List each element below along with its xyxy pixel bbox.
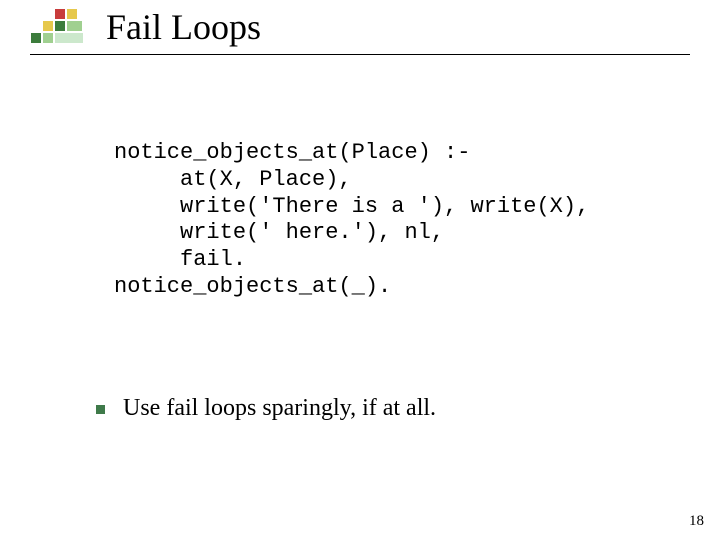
bullet-text: Use fail loops sparingly, if at all.	[123, 395, 436, 422]
slide: Fail Loops notice_objects_at(Place) :- a…	[0, 0, 720, 540]
page-number: 18	[689, 513, 704, 530]
bullet-item: Use fail loops sparingly, if at all.	[96, 395, 436, 422]
code-block: notice_objects_at(Place) :- at(X, Place)…	[114, 140, 589, 301]
bullet-square-icon	[96, 405, 105, 414]
slide-title: Fail Loops	[106, 6, 261, 48]
slide-logo-icon	[30, 8, 88, 50]
title-underline	[30, 54, 690, 55]
